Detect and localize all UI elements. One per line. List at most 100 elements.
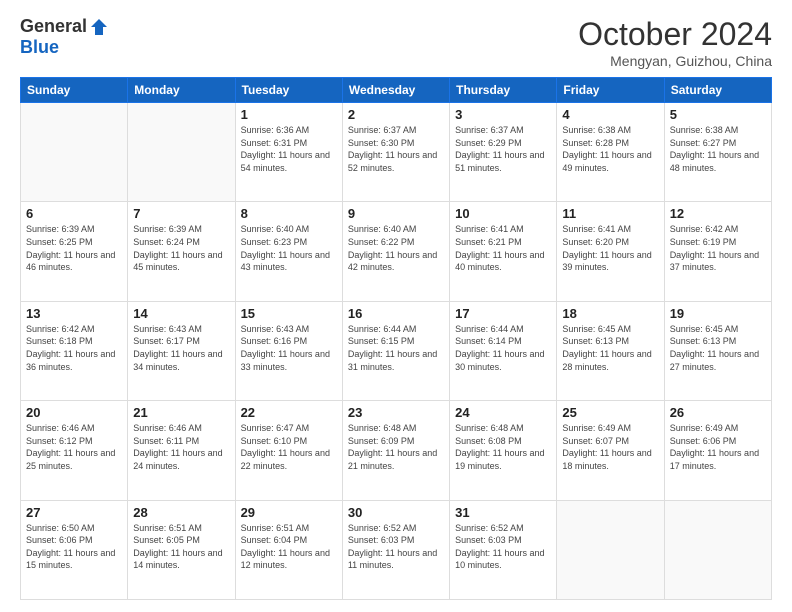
calendar-cell: 29Sunrise: 6:51 AM Sunset: 6:04 PM Dayli… <box>235 500 342 599</box>
day-info: Sunrise: 6:39 AM Sunset: 6:24 PM Dayligh… <box>133 223 229 273</box>
calendar-cell: 16 Sunrise: 6:44 AM Sunset: 6:15 PM Dayli… <box>342 301 449 400</box>
day-number: 28 <box>133 505 229 520</box>
calendar-cell: 21Sunrise: 6:46 AM Sunset: 6:11 PM Dayli… <box>128 401 235 500</box>
day-info: Sunrise: 6:50 AM Sunset: 6:06 PM Dayligh… <box>26 522 122 572</box>
day-number: 13 <box>26 306 122 321</box>
page: General Blue October 2024 Mengyan, Guizh… <box>0 0 792 612</box>
location: Mengyan, Guizhou, China <box>578 53 772 69</box>
calendar-cell: 12 Sunrise: 6:42 AM Sunset: 6:19 PM Dayli… <box>664 202 771 301</box>
day-info: Sunrise: 6:39 AM Sunset: 6:25 PM Dayligh… <box>26 223 122 273</box>
day-info: Sunrise: 6:42 AM Sunset: 6:19 PM Dayligh… <box>670 223 766 273</box>
day-info: Sunrise: 6:45 AM Sunset: 6:13 PM Dayligh… <box>562 323 658 373</box>
day-info: Sunrise: 6:36 AM Sunset: 6:31 PM Dayligh… <box>241 124 337 174</box>
calendar-cell: 10Sunrise: 6:41 AM Sunset: 6:21 PM Dayli… <box>450 202 557 301</box>
day-info: Sunrise: 6:46 AM Sunset: 6:12 PM Dayligh… <box>26 422 122 472</box>
calendar-cell: 2 Sunrise: 6:37 AM Sunset: 6:30 PM Daylig… <box>342 103 449 202</box>
day-info: Sunrise: 6:37 AM Sunset: 6:30 PM Dayligh… <box>348 124 444 174</box>
day-number: 29 <box>241 505 337 520</box>
calendar-cell <box>557 500 664 599</box>
day-number: 16 <box>348 306 444 321</box>
day-info: Sunrise: 6:48 AM Sunset: 6:08 PM Dayligh… <box>455 422 551 472</box>
logo-icon <box>89 17 109 37</box>
calendar-week-0: 1Sunrise: 6:36 AM Sunset: 6:31 PM Daylig… <box>21 103 772 202</box>
calendar-cell: 28 Sunrise: 6:51 AM Sunset: 6:05 PM Dayli… <box>128 500 235 599</box>
calendar-week-1: 6 Sunrise: 6:39 AM Sunset: 6:25 PM Daylig… <box>21 202 772 301</box>
day-number: 6 <box>26 206 122 221</box>
calendar-cell: 24 Sunrise: 6:48 AM Sunset: 6:08 PM Dayli… <box>450 401 557 500</box>
col-monday: Monday <box>128 78 235 103</box>
day-number: 12 <box>670 206 766 221</box>
day-number: 14 <box>133 306 229 321</box>
calendar-cell: 30 Sunrise: 6:52 AM Sunset: 6:03 PM Dayli… <box>342 500 449 599</box>
day-number: 3 <box>455 107 551 122</box>
day-number: 9 <box>348 206 444 221</box>
calendar-cell: 1Sunrise: 6:36 AM Sunset: 6:31 PM Daylig… <box>235 103 342 202</box>
day-info: Sunrise: 6:46 AM Sunset: 6:11 PM Dayligh… <box>133 422 229 472</box>
day-info: Sunrise: 6:40 AM Sunset: 6:23 PM Dayligh… <box>241 223 337 273</box>
day-info: Sunrise: 6:43 AM Sunset: 6:16 PM Dayligh… <box>241 323 337 373</box>
day-number: 7 <box>133 206 229 221</box>
day-number: 24 <box>455 405 551 420</box>
day-number: 27 <box>26 505 122 520</box>
day-number: 4 <box>562 107 658 122</box>
day-info: Sunrise: 6:44 AM Sunset: 6:15 PM Dayligh… <box>348 323 444 373</box>
calendar-cell: 23Sunrise: 6:48 AM Sunset: 6:09 PM Dayli… <box>342 401 449 500</box>
calendar-cell: 31Sunrise: 6:52 AM Sunset: 6:03 PM Dayli… <box>450 500 557 599</box>
day-number: 8 <box>241 206 337 221</box>
day-number: 5 <box>670 107 766 122</box>
day-number: 2 <box>348 107 444 122</box>
col-wednesday: Wednesday <box>342 78 449 103</box>
day-number: 19 <box>670 306 766 321</box>
day-number: 23 <box>348 405 444 420</box>
day-number: 22 <box>241 405 337 420</box>
day-number: 17 <box>455 306 551 321</box>
calendar-cell: 22 Sunrise: 6:47 AM Sunset: 6:10 PM Dayli… <box>235 401 342 500</box>
month-title: October 2024 <box>578 16 772 53</box>
logo: General Blue <box>20 16 109 58</box>
calendar-cell: 26Sunrise: 6:49 AM Sunset: 6:06 PM Dayli… <box>664 401 771 500</box>
calendar-cell: 27 Sunrise: 6:50 AM Sunset: 6:06 PM Dayli… <box>21 500 128 599</box>
day-number: 26 <box>670 405 766 420</box>
calendar-cell: 4Sunrise: 6:38 AM Sunset: 6:28 PM Daylig… <box>557 103 664 202</box>
calendar-week-3: 20 Sunrise: 6:46 AM Sunset: 6:12 PM Dayli… <box>21 401 772 500</box>
logo-general-text: General <box>20 16 87 37</box>
calendar-cell: 14 Sunrise: 6:43 AM Sunset: 6:17 PM Dayli… <box>128 301 235 400</box>
day-number: 18 <box>562 306 658 321</box>
day-info: Sunrise: 6:44 AM Sunset: 6:14 PM Dayligh… <box>455 323 551 373</box>
logo-blue-text: Blue <box>20 37 59 58</box>
day-info: Sunrise: 6:43 AM Sunset: 6:17 PM Dayligh… <box>133 323 229 373</box>
day-info: Sunrise: 6:40 AM Sunset: 6:22 PM Dayligh… <box>348 223 444 273</box>
day-info: Sunrise: 6:38 AM Sunset: 6:27 PM Dayligh… <box>670 124 766 174</box>
col-friday: Friday <box>557 78 664 103</box>
day-info: Sunrise: 6:41 AM Sunset: 6:21 PM Dayligh… <box>455 223 551 273</box>
title-area: October 2024 Mengyan, Guizhou, China <box>578 16 772 69</box>
day-number: 15 <box>241 306 337 321</box>
day-info: Sunrise: 6:52 AM Sunset: 6:03 PM Dayligh… <box>348 522 444 572</box>
day-info: Sunrise: 6:51 AM Sunset: 6:05 PM Dayligh… <box>133 522 229 572</box>
calendar-cell: 9 Sunrise: 6:40 AM Sunset: 6:22 PM Daylig… <box>342 202 449 301</box>
calendar-cell: 8 Sunrise: 6:40 AM Sunset: 6:23 PM Daylig… <box>235 202 342 301</box>
day-info: Sunrise: 6:37 AM Sunset: 6:29 PM Dayligh… <box>455 124 551 174</box>
calendar-cell: 3 Sunrise: 6:37 AM Sunset: 6:29 PM Daylig… <box>450 103 557 202</box>
calendar-cell: 17 Sunrise: 6:44 AM Sunset: 6:14 PM Dayli… <box>450 301 557 400</box>
calendar-cell <box>21 103 128 202</box>
day-info: Sunrise: 6:49 AM Sunset: 6:07 PM Dayligh… <box>562 422 658 472</box>
calendar-cell: 25Sunrise: 6:49 AM Sunset: 6:07 PM Dayli… <box>557 401 664 500</box>
calendar-cell: 20 Sunrise: 6:46 AM Sunset: 6:12 PM Dayli… <box>21 401 128 500</box>
day-number: 30 <box>348 505 444 520</box>
day-info: Sunrise: 6:45 AM Sunset: 6:13 PM Dayligh… <box>670 323 766 373</box>
calendar-week-2: 13 Sunrise: 6:42 AM Sunset: 6:18 PM Dayli… <box>21 301 772 400</box>
calendar-cell <box>664 500 771 599</box>
day-info: Sunrise: 6:41 AM Sunset: 6:20 PM Dayligh… <box>562 223 658 273</box>
day-number: 20 <box>26 405 122 420</box>
calendar-week-4: 27 Sunrise: 6:50 AM Sunset: 6:06 PM Dayli… <box>21 500 772 599</box>
calendar-cell: 15 Sunrise: 6:43 AM Sunset: 6:16 PM Dayli… <box>235 301 342 400</box>
calendar-cell: 5 Sunrise: 6:38 AM Sunset: 6:27 PM Daylig… <box>664 103 771 202</box>
calendar-cell: 18 Sunrise: 6:45 AM Sunset: 6:13 PM Dayli… <box>557 301 664 400</box>
calendar-cell: 6 Sunrise: 6:39 AM Sunset: 6:25 PM Daylig… <box>21 202 128 301</box>
day-info: Sunrise: 6:47 AM Sunset: 6:10 PM Dayligh… <box>241 422 337 472</box>
day-info: Sunrise: 6:42 AM Sunset: 6:18 PM Dayligh… <box>26 323 122 373</box>
calendar-cell: 19 Sunrise: 6:45 AM Sunset: 6:13 PM Dayli… <box>664 301 771 400</box>
calendar-cell: 13 Sunrise: 6:42 AM Sunset: 6:18 PM Dayli… <box>21 301 128 400</box>
day-number: 11 <box>562 206 658 221</box>
